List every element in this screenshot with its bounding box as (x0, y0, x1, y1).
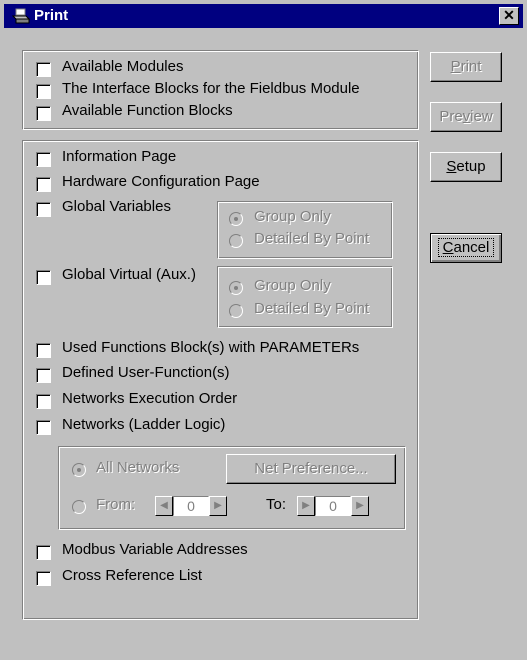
global-virtual-group-only-label: Group Only (254, 277, 331, 294)
global-variables-checkbox[interactable] (36, 202, 51, 217)
all-networks-radio[interactable] (72, 463, 86, 477)
print-dialog: Print ✕ Available Modules The Interface … (0, 0, 527, 660)
interface-blocks-label: The Interface Blocks for the Fieldbus Mo… (62, 80, 360, 97)
from-value-field[interactable]: 0 (173, 496, 209, 516)
cancel-focus-rect: Cancel (437, 238, 495, 257)
available-function-blocks-checkbox[interactable] (36, 106, 51, 121)
global-virtual-detailed-label: Detailed By Point (254, 300, 370, 317)
net-preference-label: Net Preference... (254, 460, 368, 477)
defined-user-functions-label: Defined User-Function(s) (62, 364, 230, 381)
modbus-variable-addresses-checkbox[interactable] (36, 545, 51, 560)
available-modules-checkbox[interactable] (36, 62, 51, 77)
net-preference-button[interactable]: Net Preference... (226, 454, 396, 484)
global-virtual-label: Global Virtual (Aux.) (62, 266, 196, 283)
preview-button[interactable]: Preview (430, 102, 502, 132)
cross-reference-list-label: Cross Reference List (62, 567, 203, 584)
cross-reference-list-checkbox[interactable] (36, 571, 51, 586)
hardware-configuration-page-label: Hardware Configuration Page (62, 173, 260, 190)
defined-user-functions-checkbox[interactable] (36, 368, 51, 383)
networks-ladder-logic-label: Networks (Ladder Logic) (62, 416, 226, 433)
global-variables-group-only-radio[interactable] (229, 212, 243, 226)
global-variables-detailed-label: Detailed By Point (254, 230, 370, 247)
global-variables-label: Global Variables (62, 198, 171, 215)
to-value-field[interactable]: 0 (315, 496, 351, 516)
from-label: From: (96, 496, 136, 513)
from-right-arrow-icon[interactable]: ▶ (209, 496, 227, 516)
all-networks-label: All Networks (96, 459, 180, 476)
from-radio[interactable] (72, 500, 86, 514)
hardware-configuration-page-checkbox[interactable] (36, 177, 51, 192)
networks-execution-order-checkbox[interactable] (36, 394, 51, 409)
available-modules-label: Available Modules (62, 58, 184, 75)
interface-blocks-checkbox[interactable] (36, 84, 51, 99)
global-variables-detailed-radio[interactable] (229, 234, 243, 248)
from-left-arrow-icon[interactable]: ◀ (155, 496, 173, 516)
close-button[interactable]: ✕ (499, 7, 519, 25)
to-right-arrow-icon[interactable]: ▶ (351, 496, 369, 516)
to-label: To: (266, 496, 287, 513)
global-virtual-options-group (217, 266, 393, 328)
used-function-blocks-checkbox[interactable] (36, 343, 51, 358)
modbus-variable-addresses-label: Modbus Variable Addresses (62, 541, 248, 558)
title-bar: Print ✕ (4, 4, 523, 28)
setup-button[interactable]: Setup (430, 152, 502, 182)
to-left-arrow-icon[interactable]: ▶ (297, 496, 315, 516)
networks-execution-order-label: Networks Execution Order (62, 390, 238, 407)
information-page-checkbox[interactable] (36, 152, 51, 167)
global-virtual-group-only-radio[interactable] (229, 281, 243, 295)
global-variables-group-only-label: Group Only (254, 208, 331, 225)
networks-ladder-logic-checkbox[interactable] (36, 420, 51, 435)
printer-icon (12, 8, 30, 24)
print-button[interactable]: Print (430, 52, 502, 82)
global-virtual-detailed-radio[interactable] (229, 304, 243, 318)
global-virtual-checkbox[interactable] (36, 270, 51, 285)
used-function-blocks-label: Used Functions Block(s) with PARAMETERs (62, 339, 360, 356)
cancel-button[interactable]: Cancel (430, 233, 502, 263)
window-title: Print (34, 7, 69, 24)
available-function-blocks-label: Available Function Blocks (62, 102, 233, 119)
information-page-label: Information Page (62, 148, 177, 165)
